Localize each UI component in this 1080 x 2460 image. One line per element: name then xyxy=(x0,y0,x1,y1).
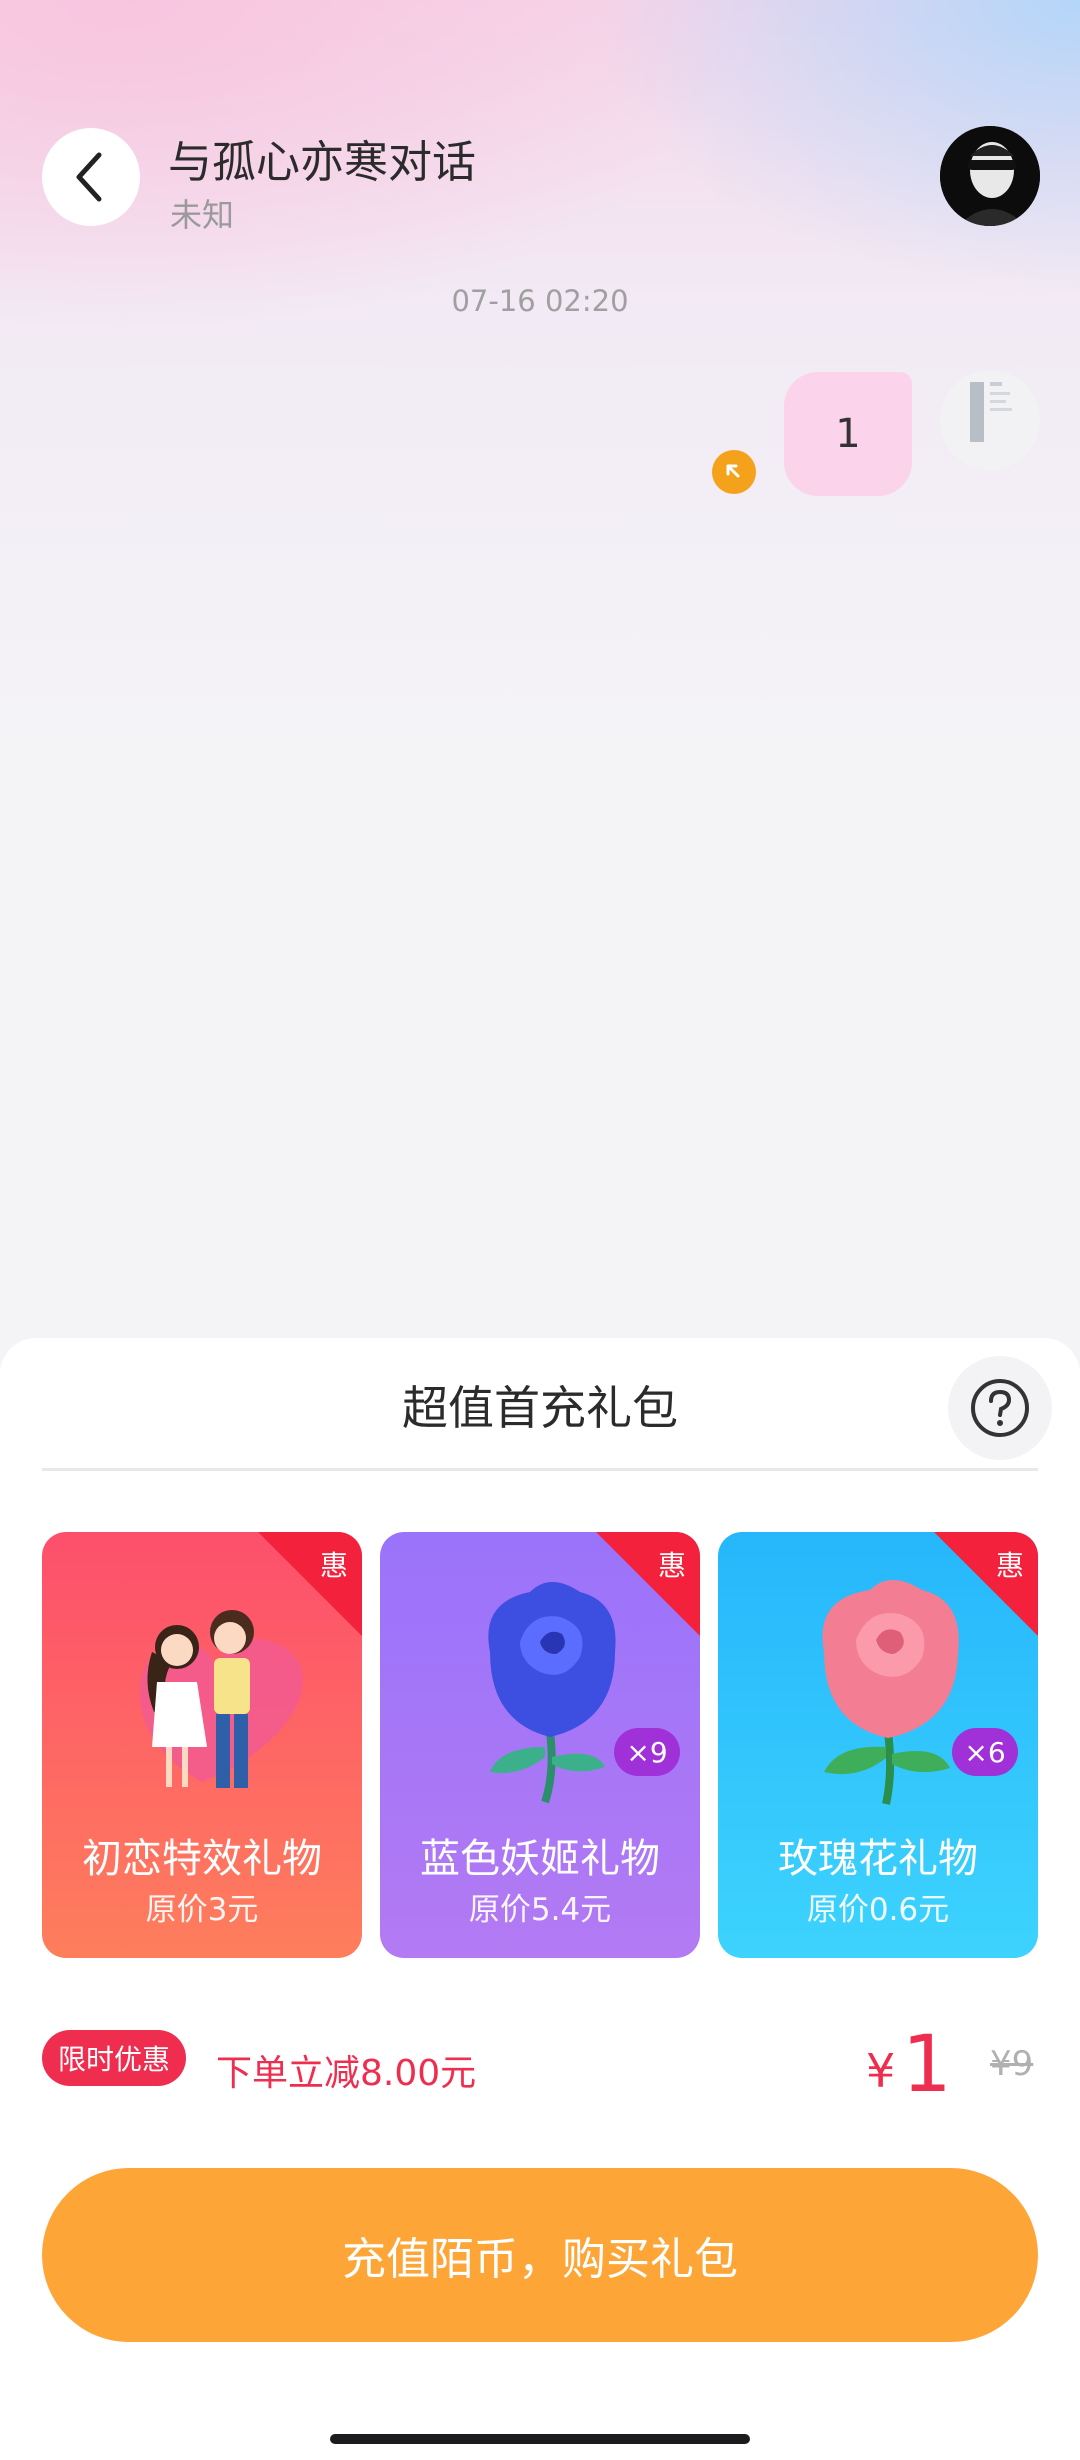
ribbon-label: 惠 xyxy=(995,1549,1024,1582)
partner-avatar[interactable] xyxy=(940,126,1040,226)
arrow-up-left-icon xyxy=(712,450,756,494)
my-avatar-image xyxy=(940,370,1040,470)
home-indicator[interactable] xyxy=(330,2434,750,2444)
gift-card-blue-rose[interactable]: 惠 ×9 蓝色妖姬礼物 原价5.4元 xyxy=(380,1532,700,1958)
gift-original-price: 原价5.4元 xyxy=(468,1892,612,1928)
sheet-title: 超值首充礼包 xyxy=(402,1381,678,1435)
current-price: 1 xyxy=(902,2020,952,2110)
message-bubble[interactable]: 1 xyxy=(784,372,912,496)
gift-name: 初恋特效礼物 xyxy=(82,1836,322,1882)
message-timestamp: 07-16 02:20 xyxy=(451,284,629,318)
original-price: ¥9 xyxy=(990,2044,1034,2084)
gift-original-price: 原价3元 xyxy=(145,1892,259,1928)
header-background xyxy=(0,0,1080,760)
limited-offer-badge: 限时优惠 xyxy=(42,2030,187,2086)
gift-original-price: 原价0.6元 xyxy=(806,1892,950,1928)
partner-avatar-image xyxy=(940,126,1040,226)
gift-name: 玫瑰花礼物 xyxy=(778,1836,978,1882)
gift-count-badge: ×9 xyxy=(614,1728,680,1776)
currency-symbol: ¥ xyxy=(866,2044,896,2098)
back-button[interactable] xyxy=(42,128,140,226)
my-avatar[interactable] xyxy=(940,370,1040,470)
question-circle-icon xyxy=(971,1379,1029,1437)
ribbon-label: 惠 xyxy=(657,1549,686,1582)
chevron-left-icon xyxy=(76,152,102,202)
gift-card-first-love[interactable]: 惠 初恋特效礼物 原价3元 xyxy=(42,1532,362,1958)
recharge-buy-button[interactable]: 充值陌币，购买礼包 xyxy=(42,2168,1038,2342)
sheet-divider xyxy=(42,1468,1038,1471)
gift-name: 蓝色妖姬礼物 xyxy=(420,1836,660,1882)
discount-text: 下单立减8.00元 xyxy=(216,2053,477,2094)
gift-count-badge: ×6 xyxy=(952,1728,1018,1776)
chat-subtitle: 未知 xyxy=(170,196,235,234)
gift-card-rose[interactable]: 惠 ×6 玫瑰花礼物 原价0.6元 xyxy=(718,1532,1038,1958)
chat-title: 与孤心亦寒对话 xyxy=(168,137,476,188)
help-button[interactable] xyxy=(948,1356,1052,1460)
ribbon-label: 惠 xyxy=(319,1549,348,1582)
